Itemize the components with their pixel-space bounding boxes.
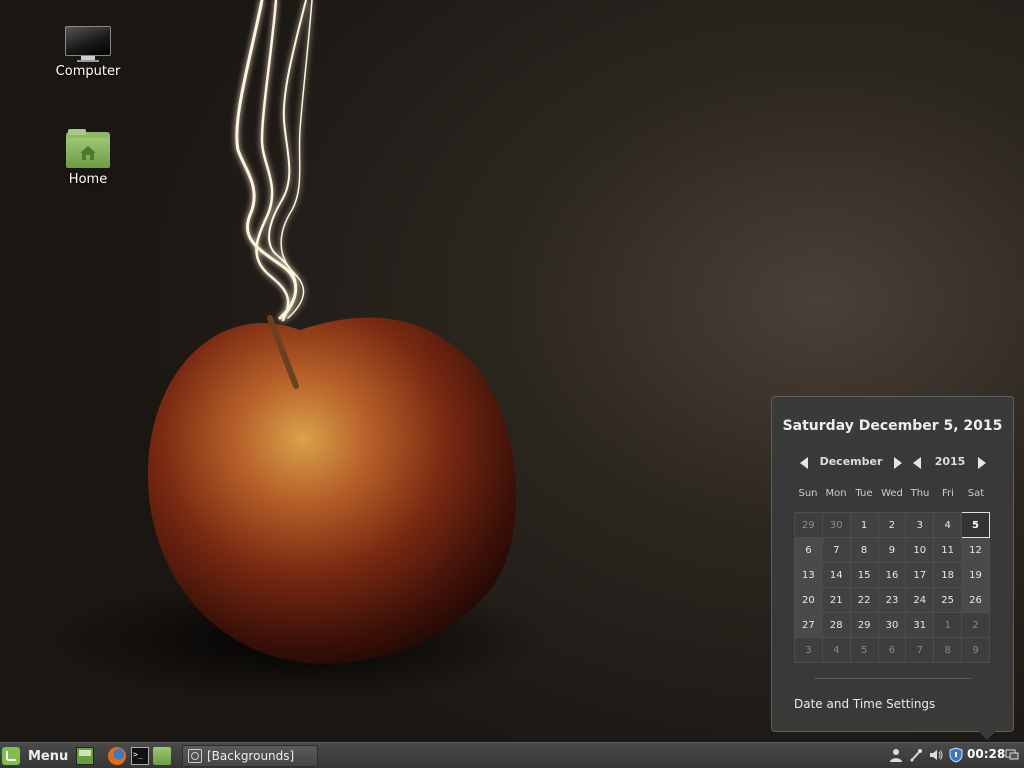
mint-logo-icon <box>2 747 20 765</box>
calendar-day[interactable]: 29 <box>849 612 879 638</box>
previous-month-button[interactable] <box>800 457 808 469</box>
calendar-day[interactable]: 21 <box>821 587 851 613</box>
terminal-icon[interactable]: >_ <box>131 747 149 765</box>
calendar-week-row: 20 21 22 23 24 25 26 <box>794 587 990 613</box>
calendar-day[interactable]: 2 <box>961 612 990 638</box>
menu-button[interactable]: Menu <box>2 745 68 767</box>
calendar-day[interactable]: 24 <box>905 587 935 613</box>
backgrounds-app-icon <box>188 749 202 763</box>
windows-icon[interactable] <box>1004 747 1020 763</box>
year-label: 2015 <box>934 455 966 468</box>
calendar-day[interactable]: 30 <box>821 512 851 538</box>
calendar-day[interactable]: 10 <box>905 537 935 563</box>
next-month-button[interactable] <box>894 457 902 469</box>
calendar-day[interactable]: 12 <box>961 537 990 563</box>
calendar-day[interactable]: 13 <box>794 562 823 588</box>
calendar-day[interactable]: 17 <box>905 562 935 588</box>
calendar-day[interactable]: 19 <box>961 562 990 588</box>
calendar-day[interactable]: 3 <box>905 512 935 538</box>
calendar-day[interactable]: 2 <box>877 512 907 538</box>
calendar-day[interactable]: 20 <box>794 587 823 613</box>
weekday-header-row: Sun Mon Tue Wed Thu Fri Sat <box>794 488 990 499</box>
weekday-label: Sun <box>798 488 818 499</box>
calendar-divider <box>814 678 971 679</box>
calendar-week-row: 27 28 29 30 31 1 2 <box>794 612 990 638</box>
firefox-icon[interactable] <box>108 747 126 765</box>
files-icon[interactable] <box>153 747 171 765</box>
calendar-day[interactable]: 23 <box>877 587 907 613</box>
menu-label: Menu <box>28 748 69 764</box>
home-folder-icon <box>66 129 110 168</box>
shield-icon[interactable] <box>948 747 964 763</box>
calendar-day[interactable]: 9 <box>961 637 990 663</box>
bottom-panel: Menu >_ [Backgrounds] 00:28 <box>0 742 1024 768</box>
calendar-day[interactable]: 3 <box>794 637 823 663</box>
calendar-week-row: 3 4 5 6 7 8 9 <box>794 637 990 663</box>
calendar-popup: Saturday December 5, 2015 December 2015 … <box>771 396 1014 740</box>
calendar-day[interactable]: 28 <box>821 612 851 638</box>
calendar-day[interactable]: 1 <box>933 612 963 638</box>
calendar-day[interactable]: 29 <box>794 512 823 538</box>
calendar-day[interactable]: 8 <box>849 537 879 563</box>
calendar-day[interactable]: 5 <box>849 637 879 663</box>
calendar-day[interactable]: 8 <box>933 637 963 663</box>
month-label: December <box>819 455 883 468</box>
calendar-week-row: 6 7 8 9 10 11 12 <box>794 537 990 563</box>
calendar-day[interactable]: 18 <box>933 562 963 588</box>
calendar-day[interactable]: 4 <box>821 637 851 663</box>
weekday-label: Fri <box>942 488 954 499</box>
calendar-day[interactable]: 1 <box>849 512 879 538</box>
network-icon[interactable] <box>908 747 924 763</box>
calendar-week-row: 29 30 1 2 3 4 5 <box>794 512 990 538</box>
calendar-day[interactable]: 25 <box>933 587 963 613</box>
calendar-grid: 29 30 1 2 3 4 5 6 7 8 9 10 11 12 13 14 1… <box>794 512 990 663</box>
volume-icon[interactable] <box>928 747 944 763</box>
desktop-icon-home[interactable]: Home <box>38 128 138 187</box>
calendar-date-title: Saturday December 5, 2015 <box>782 418 1003 434</box>
user-icon[interactable] <box>888 747 904 763</box>
calendar-day[interactable]: 14 <box>821 562 851 588</box>
calendar-day[interactable]: 6 <box>794 537 823 563</box>
calendar-day[interactable]: 6 <box>877 637 907 663</box>
calendar-day[interactable]: 27 <box>794 612 823 638</box>
computer-icon <box>65 26 111 62</box>
weekday-label: Mon <box>825 488 847 499</box>
show-desktop-icon[interactable] <box>76 747 94 765</box>
next-year-button[interactable] <box>978 457 986 469</box>
calendar-day[interactable]: 31 <box>905 612 935 638</box>
weekday-label: Tue <box>855 488 873 499</box>
calendar-day[interactable]: 30 <box>877 612 907 638</box>
calendar-day[interactable]: 7 <box>821 537 851 563</box>
desktop-icon-label: Computer <box>55 64 121 79</box>
clock[interactable]: 00:28 <box>967 747 1005 761</box>
weekday-label: Wed <box>881 488 903 499</box>
calendar-day[interactable]: 22 <box>849 587 879 613</box>
calendar-day-today[interactable]: 5 <box>961 512 990 538</box>
calendar-day[interactable]: 15 <box>849 562 879 588</box>
desktop-icon-computer[interactable]: Computer <box>38 26 138 79</box>
calendar-day[interactable]: 26 <box>961 587 990 613</box>
calendar-day[interactable]: 11 <box>933 537 963 563</box>
calendar-day[interactable]: 7 <box>905 637 935 663</box>
desktop-icon-label: Home <box>68 172 108 187</box>
weekday-label: Thu <box>910 488 930 499</box>
calendar-day[interactable]: 9 <box>877 537 907 563</box>
date-time-settings-link[interactable]: Date and Time Settings <box>794 697 935 711</box>
calendar-day[interactable]: 16 <box>877 562 907 588</box>
previous-year-button[interactable] <box>913 457 921 469</box>
calendar-day[interactable]: 4 <box>933 512 963 538</box>
taskbar-window-label: [Backgrounds] <box>207 749 295 763</box>
taskbar-window-backgrounds[interactable]: [Backgrounds] <box>182 745 318 767</box>
weekday-label: Sat <box>967 488 985 499</box>
calendar-week-row: 13 14 15 16 17 18 19 <box>794 562 990 588</box>
